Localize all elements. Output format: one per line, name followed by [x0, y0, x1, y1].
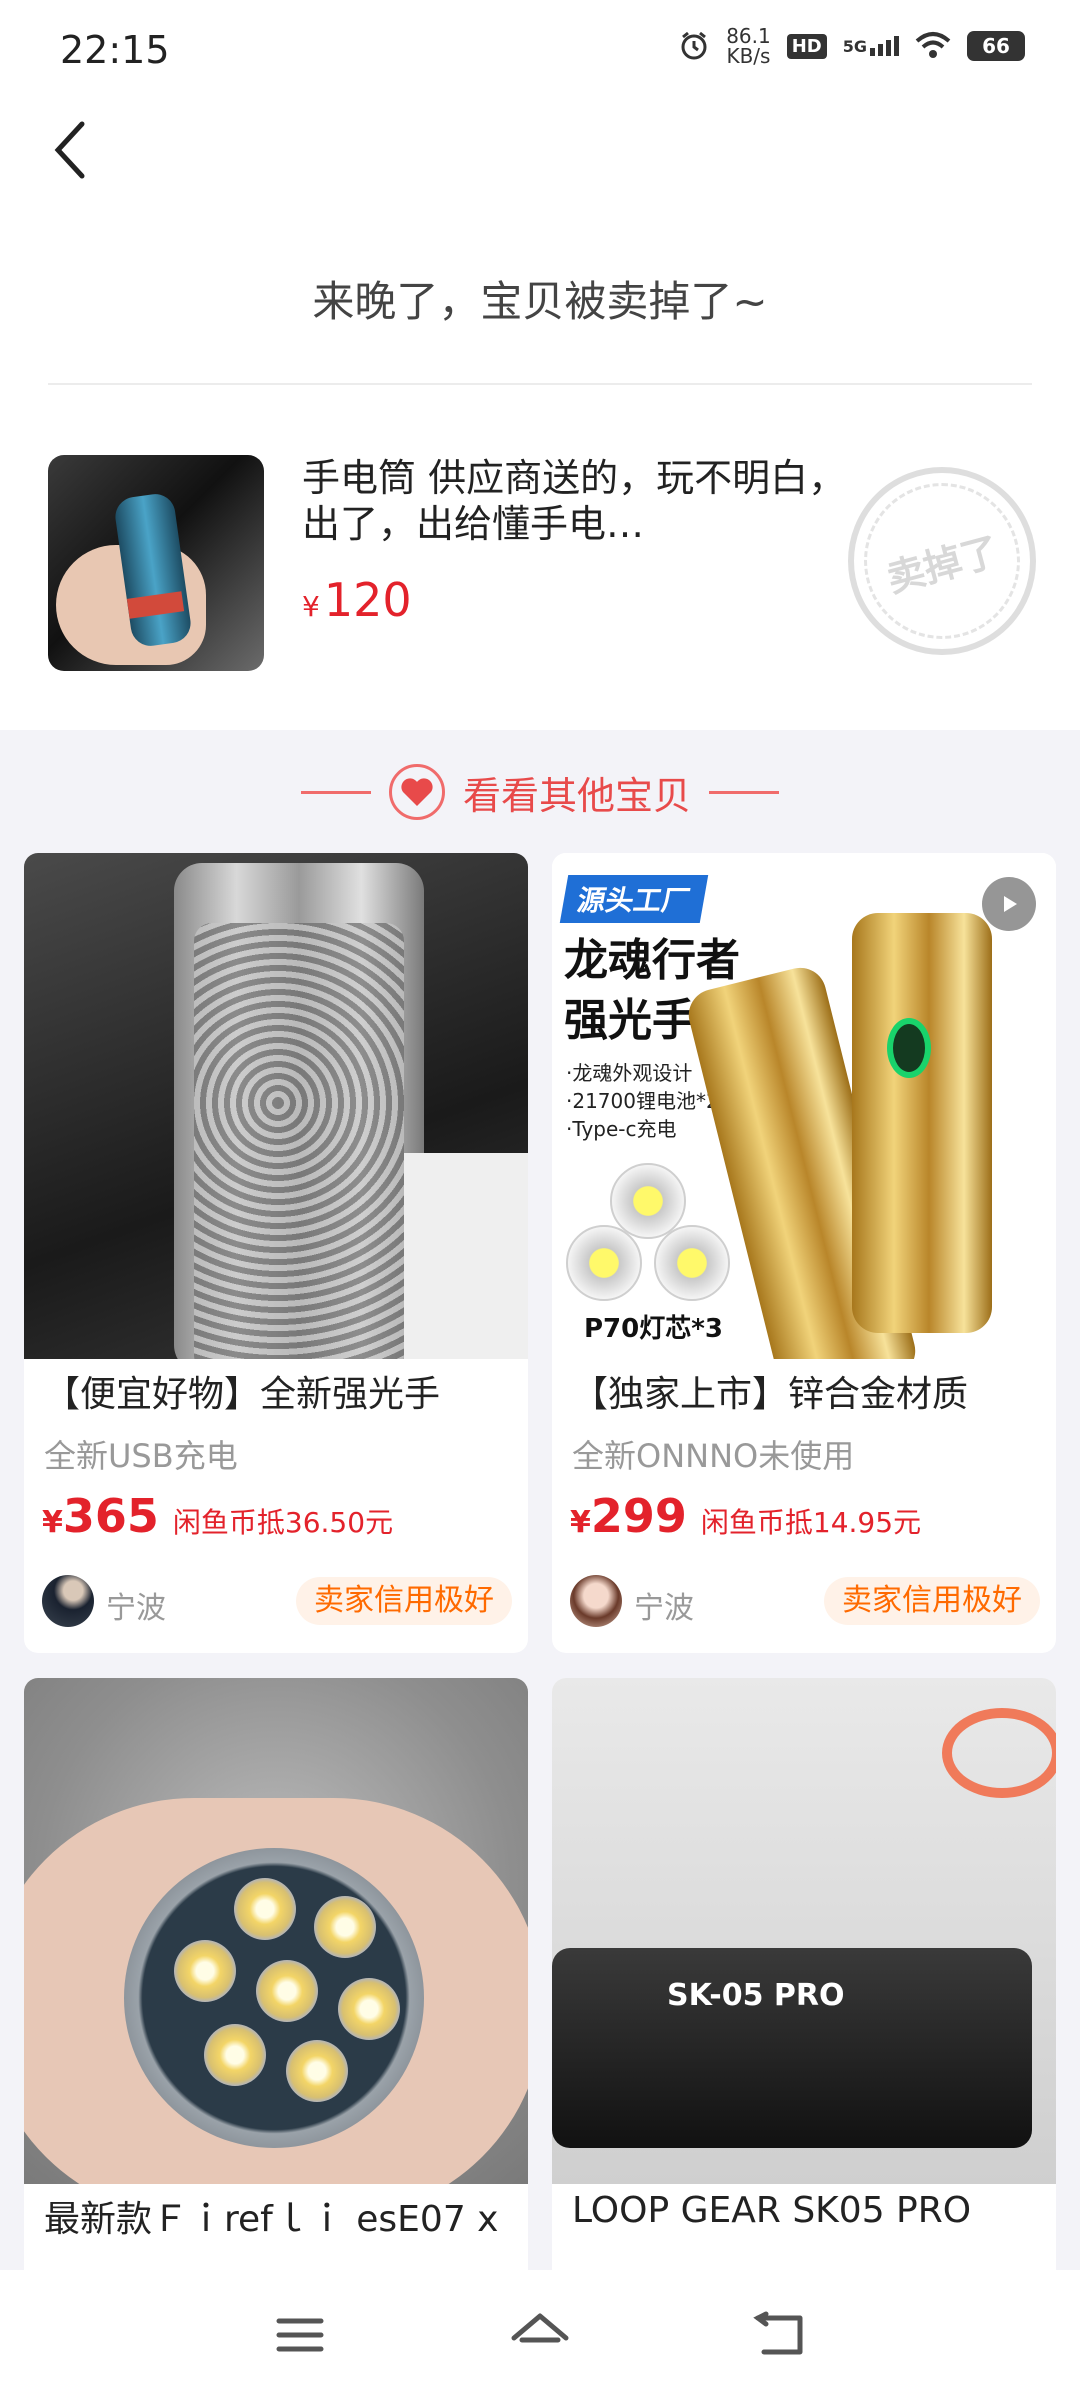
product-image: SK-05 PRO — [552, 1678, 1056, 2184]
cellular-signal-icon: 5G — [843, 36, 899, 56]
coin-discount: 闲鱼币抵36.50元 — [172, 1506, 394, 1539]
product-card[interactable]: 最新款Ｆｉrefｌｉ esE07 x — [24, 1678, 528, 2318]
led-chip — [256, 1960, 318, 2022]
led-chip — [610, 1163, 686, 1239]
recommend-header: 看看其他宝贝 — [0, 762, 1080, 822]
avatar[interactable] — [42, 1575, 94, 1627]
home-button[interactable] — [500, 2300, 580, 2370]
sold-stamp: 卖掉了 — [848, 467, 1036, 655]
sold-out-message: 来晚了，宝贝被卖掉了~ — [312, 277, 768, 326]
credit-badge: 卖家信用极好 — [296, 1577, 512, 1625]
product-title: 【便宜好物】全新强光手 — [44, 1374, 441, 1415]
product-card[interactable]: SK-05 PRO LOOP GEAR SK05 PRO — [552, 1678, 1056, 2318]
led-chip — [286, 2040, 348, 2102]
seller-city: 宁波 — [634, 1591, 694, 1626]
hd-icon: HD — [786, 33, 827, 59]
led-chip — [338, 1978, 400, 2040]
wifi-icon — [915, 32, 951, 58]
image-tag: 源头工厂 — [559, 875, 709, 923]
battery-icon: 66 — [967, 31, 1025, 61]
seller-row: 宁波 卖家信用极好 — [42, 1573, 512, 1629]
play-icon[interactable] — [982, 877, 1036, 931]
seller-row: 宁波 卖家信用极好 — [570, 1573, 1040, 1629]
product-card[interactable]: 【便宜好物】全新强光手 全新USB充电 ¥ 365 闲鱼币抵36.50元 宁波 … — [24, 853, 528, 1653]
product-subtitle: 全新ONNNO未使用 — [572, 1437, 855, 1475]
divider — [48, 383, 1032, 385]
product-title: LOOP GEAR SK05 PRO — [572, 2190, 972, 2231]
back-nav-button[interactable] — [740, 2300, 820, 2370]
system-nav-bar — [0, 2270, 1080, 2400]
return-icon — [753, 2311, 803, 2355]
alarm-icon — [681, 31, 707, 60]
sold-item-description: 手电筒 供应商送的，玩不明白，出了，出给懂手电… — [302, 456, 847, 546]
recommend-title: 看看其他宝贝 — [462, 773, 691, 818]
sold-item[interactable]: 手电筒 供应商送的，玩不明白，出了，出给懂手电… ¥120 卖掉了 — [48, 455, 1038, 675]
led-chip — [314, 1896, 376, 1958]
net-speed: 86.1 KB/s — [726, 24, 771, 68]
flashlight-image — [852, 913, 992, 1333]
product-subtitle: 全新USB充电 — [44, 1437, 238, 1475]
heart-icon — [388, 764, 445, 820]
product-title: 【独家上市】锌合金材质 — [572, 1374, 969, 1415]
avatar[interactable] — [570, 1575, 622, 1627]
led-chip — [204, 2024, 266, 2086]
product-card[interactable]: 源头工厂 龙魂行者 强光手电 ·龙魂外观设计 ·21700锂电池*2 ·Type… — [552, 853, 1056, 1653]
product-image: 源头工厂 龙魂行者 强光手电 ·龙魂外观设计 ·21700锂电池*2 ·Type… — [552, 853, 1056, 1359]
coin-discount: 闲鱼币抵14.95元 — [700, 1506, 922, 1539]
seller-city: 宁波 — [106, 1591, 166, 1626]
home-icon — [511, 2313, 569, 2343]
product-price: ¥ 365 闲鱼币抵36.50元 — [42, 1489, 394, 1543]
led-chip — [566, 1225, 642, 1301]
product-image — [24, 853, 528, 1359]
product-title: 最新款Ｆｉrefｌｉ esE07 x — [44, 2199, 499, 2240]
sold-item-image — [48, 455, 264, 671]
chevron-left-icon — [54, 121, 85, 179]
credit-badge: 卖家信用极好 — [824, 1577, 1040, 1625]
product-price: ¥ 299 闲鱼币抵14.95元 — [570, 1489, 922, 1543]
led-chip — [654, 1225, 730, 1301]
sold-item-price: ¥120 — [302, 573, 412, 627]
image-bullets: ·龙魂外观设计 ·21700锂电池*2 ·Type-c充电 — [566, 1061, 719, 1141]
product-image — [24, 1678, 528, 2184]
led-chip — [234, 1878, 296, 1940]
menu-button[interactable] — [260, 2300, 340, 2370]
led-chip — [174, 1940, 236, 2002]
menu-icon — [276, 2318, 324, 2352]
back-button[interactable] — [40, 110, 100, 190]
status-time: 22:15 — [60, 28, 170, 72]
status-bar: 22:15 86.1 KB/s HD 5G 66 — [0, 0, 1080, 100]
status-icons: 86.1 KB/s HD 5G 66 — [678, 26, 1025, 66]
